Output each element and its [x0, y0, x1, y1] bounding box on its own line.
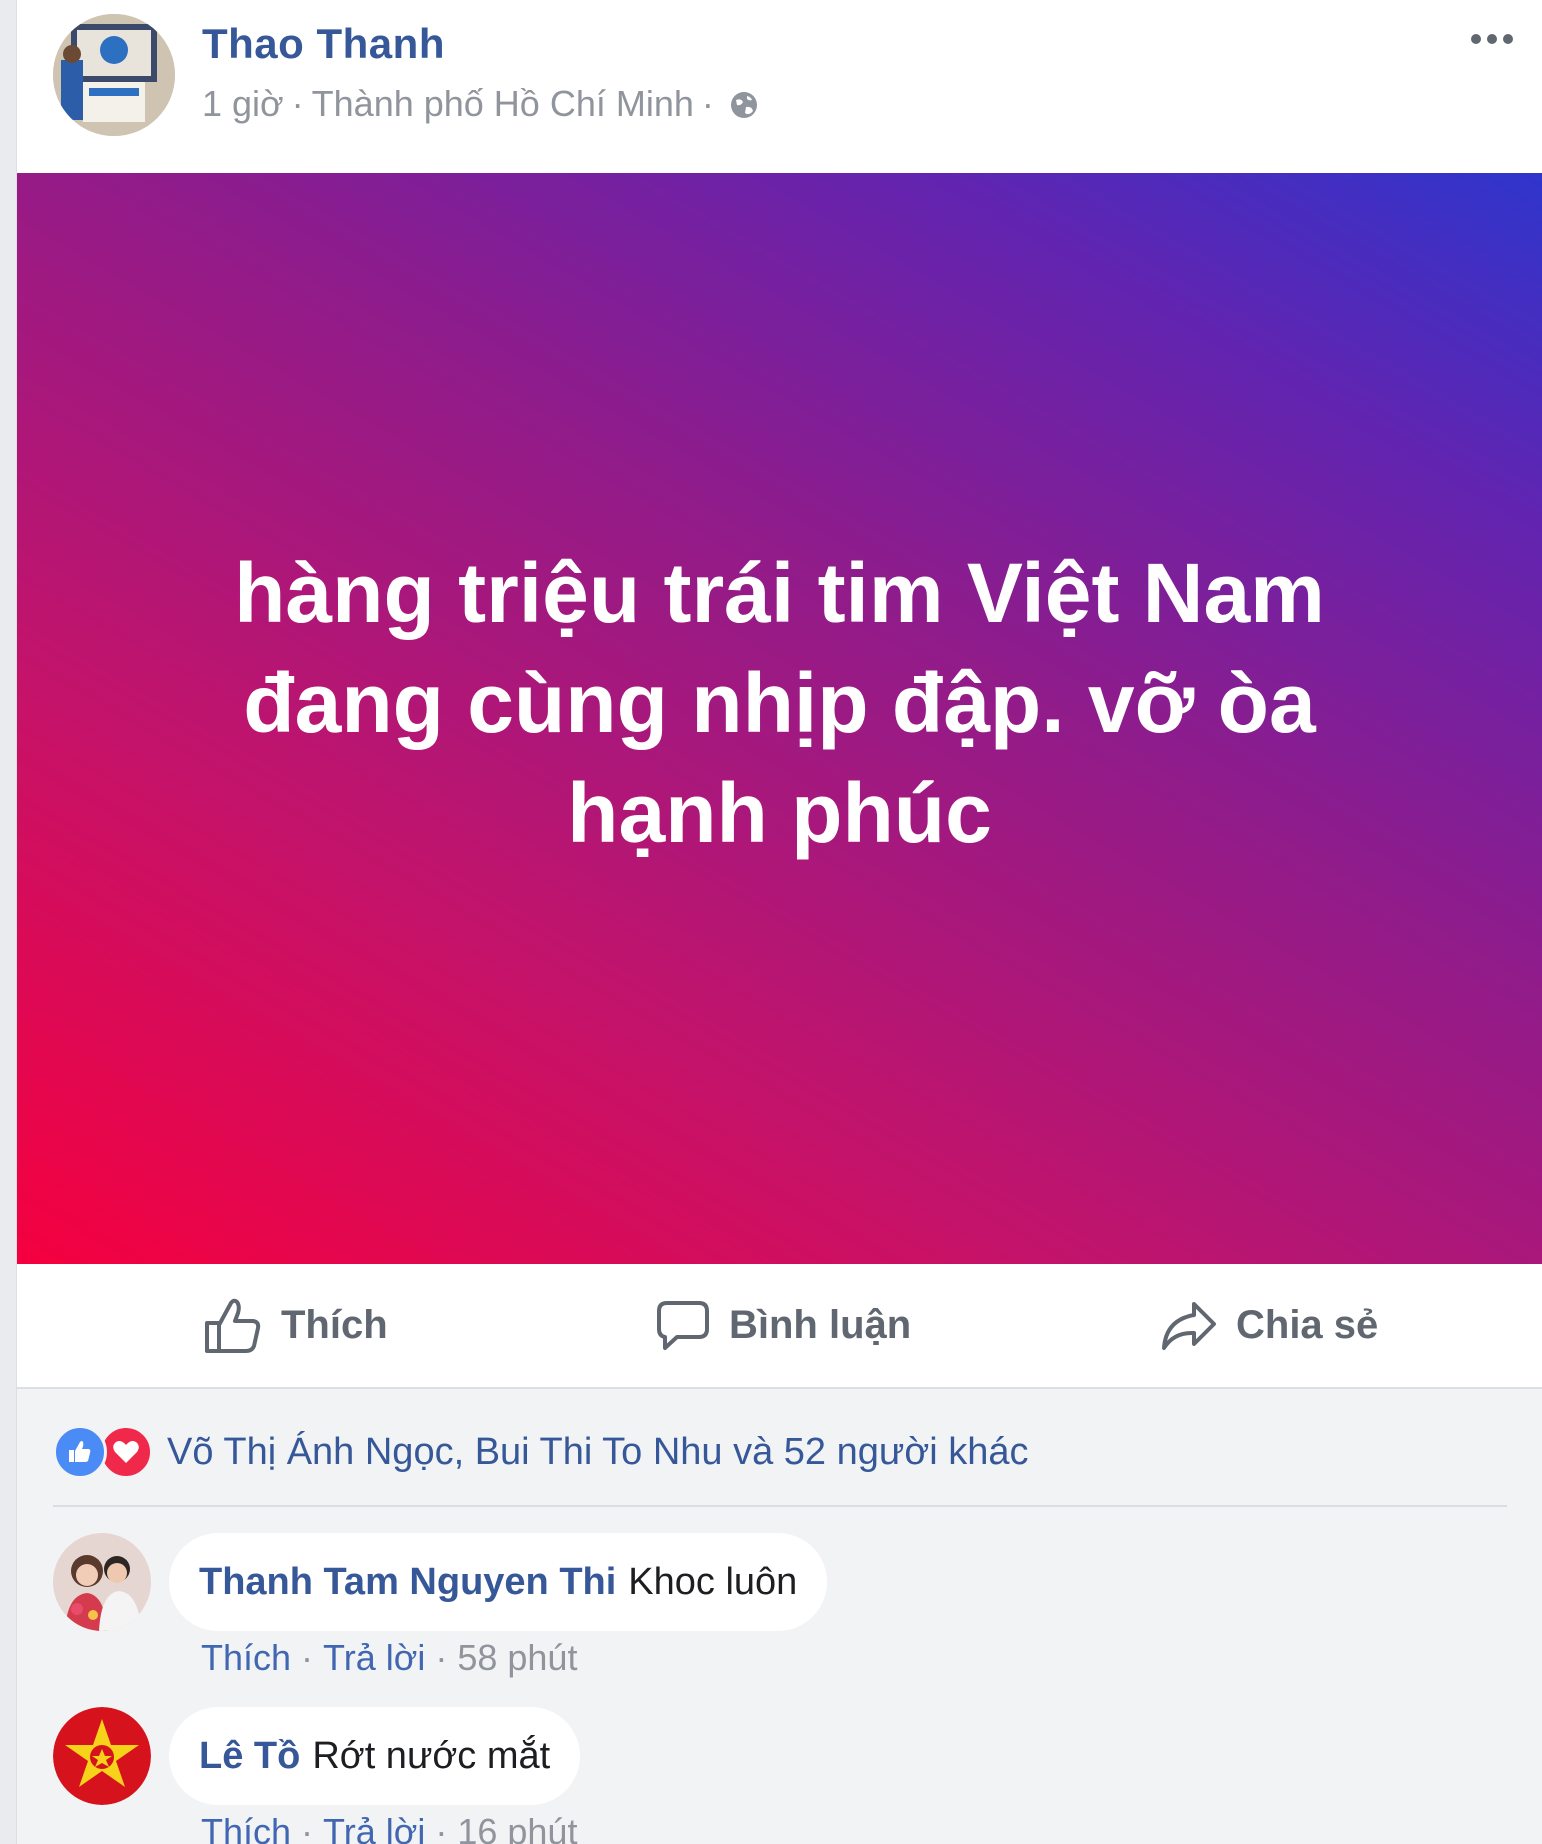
comment-actions: Thích · Trả lời · 58 phút — [201, 1637, 577, 1679]
author-avatar[interactable] — [53, 14, 175, 136]
speech-bubble-icon — [655, 1299, 711, 1353]
comment-time[interactable]: 58 phút — [457, 1637, 577, 1678]
post-location[interactable]: Thành phố Hồ Chí Minh — [312, 83, 694, 125]
comment-reply-link[interactable]: Trả lời — [323, 1811, 425, 1844]
reactions-text[interactable]: Võ Thị Ánh Ngọc, Bui Thi To Nhu và 52 ng… — [167, 1431, 1029, 1474]
page: Thao Thanh 1 giờ · Thành phố Hồ Chí Minh… — [0, 0, 1542, 1844]
comment-label: Bình luận — [729, 1303, 912, 1347]
meta-separator: · — [701, 83, 714, 124]
left-border — [0, 0, 17, 1844]
comment-bubble: Thanh Tam Nguyen Thi Khoc luôn — [169, 1533, 828, 1631]
share-label: Chia sẻ — [1236, 1303, 1379, 1347]
thumbs-up-icon — [203, 1297, 263, 1355]
separator: · — [301, 1637, 314, 1678]
like-icon — [53, 1425, 107, 1479]
post-meta: 1 giờ · Thành phố Hồ Chí Minh · — [202, 83, 760, 125]
comment-text: Khoc luôn — [628, 1560, 798, 1603]
comment-like-link[interactable]: Thích — [201, 1811, 291, 1844]
comments-area: Võ Thị Ánh Ngọc, Bui Thi To Nhu và 52 ng… — [17, 1389, 1542, 1844]
status-text: hàng triệu trái tim Việt Nam đang cùng n… — [234, 545, 1325, 860]
separator: · — [435, 1637, 448, 1678]
action-bar: Thích Bình luận Chia sẻ — [17, 1264, 1542, 1389]
commenter-avatar[interactable] — [53, 1533, 151, 1631]
like-button[interactable]: Thích — [203, 1264, 388, 1387]
meta-separator: · — [291, 83, 304, 124]
divider — [53, 1505, 1507, 1507]
comment-author[interactable]: Lê Tồ — [199, 1735, 300, 1778]
like-label: Thích — [281, 1303, 388, 1347]
comment-like-link[interactable]: Thích — [201, 1637, 291, 1678]
post-card: Thao Thanh 1 giờ · Thành phố Hồ Chí Minh… — [17, 0, 1542, 1844]
status-background: hàng triệu trái tim Việt Nam đang cùng n… — [17, 173, 1542, 1264]
comment-bubble: Lê Tồ Rớt nước mắt — [169, 1707, 581, 1805]
separator: · — [301, 1811, 314, 1844]
reactions-summary[interactable]: Võ Thị Ánh Ngọc, Bui Thi To Nhu và 52 ng… — [53, 1425, 1029, 1479]
share-arrow-icon — [1160, 1300, 1218, 1352]
love-icon — [99, 1425, 153, 1479]
separator: · — [435, 1811, 448, 1844]
post-header: Thao Thanh 1 giờ · Thành phố Hồ Chí Minh… — [17, 0, 1542, 172]
author-name[interactable]: Thao Thanh — [202, 20, 445, 68]
share-button[interactable]: Chia sẻ — [1160, 1264, 1378, 1387]
globe-icon[interactable] — [728, 88, 760, 120]
comment-button[interactable]: Bình luận — [655, 1264, 911, 1387]
comment-author[interactable]: Thanh Tam Nguyen Thi — [199, 1561, 616, 1604]
post-time[interactable]: 1 giờ — [202, 83, 284, 125]
more-options-button[interactable] — [1468, 24, 1516, 54]
comment-time[interactable]: 16 phút — [457, 1811, 577, 1844]
comment-text: Rớt nước mắt — [312, 1734, 551, 1777]
comment-reply-link[interactable]: Trả lời — [323, 1637, 425, 1678]
comment-actions: Thích · Trả lời · 16 phút — [201, 1811, 577, 1844]
commenter-avatar[interactable] — [53, 1707, 151, 1805]
